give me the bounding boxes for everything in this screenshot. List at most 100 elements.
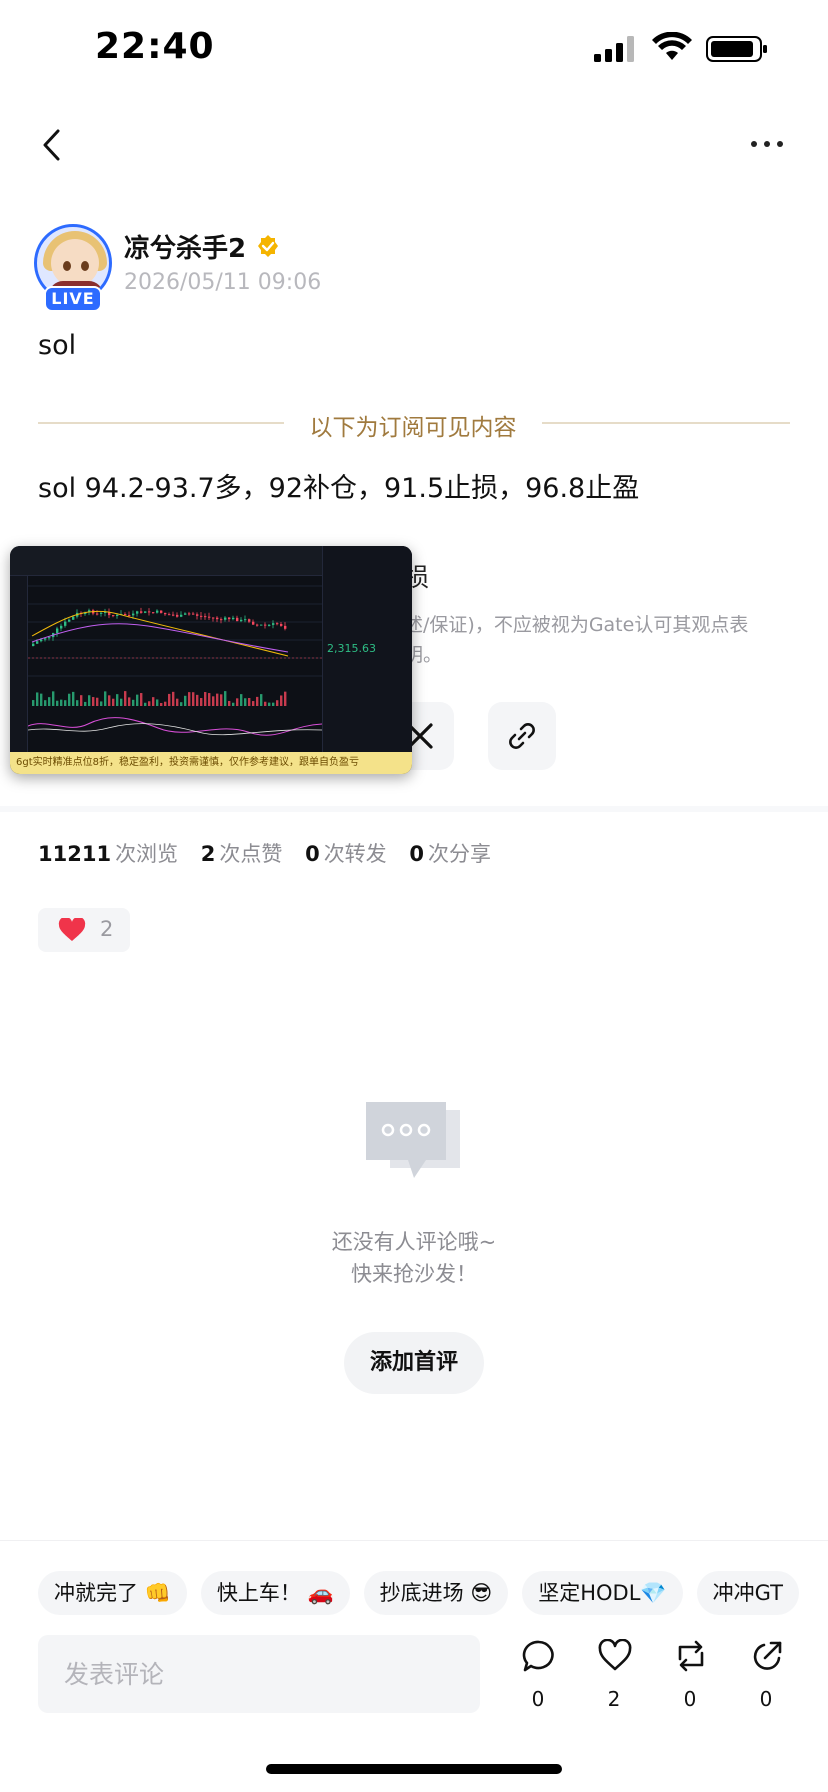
reaction-chip[interactable]: 2: [38, 908, 130, 952]
volume-bar: [92, 697, 95, 706]
chevron-left-icon: [43, 129, 60, 161]
divider-text: 以下为订阅可见内容: [309, 415, 517, 441]
views-count: 11211: [38, 842, 112, 866]
candle-body: [56, 628, 59, 633]
share-icon: [753, 1641, 782, 1670]
copy-link-button[interactable]: [488, 702, 556, 770]
volume-bar: [140, 693, 143, 706]
moving-average-line: [31, 610, 289, 657]
candle-body: [260, 624, 263, 626]
comment-input[interactable]: [38, 1635, 480, 1713]
empty-comments-subtext: 快来抢沙发！: [351, 1262, 477, 1286]
status-time: 22:40: [95, 26, 215, 67]
divider-line: [38, 422, 284, 424]
volume-bar: [120, 698, 123, 706]
volume-bar: [180, 702, 183, 706]
candle-body: [32, 643, 35, 646]
back-button[interactable]: [30, 120, 74, 170]
candle-body: [268, 624, 271, 626]
volume-bar: [40, 693, 43, 706]
disclaimer-text: 述/保证)，不应被视为Gate认可其观点表: [404, 614, 749, 636]
candle-body: [284, 625, 287, 629]
volume-bar: [232, 702, 235, 706]
likes-label: 次点赞: [219, 842, 283, 866]
battery-icon: [706, 36, 767, 62]
volume-bar: [68, 693, 71, 706]
quick-reply-chip[interactable]: 快上车！ 🚗: [200, 1571, 350, 1615]
candle-body: [72, 616, 75, 620]
order-book-panel: 2,315.63: [322, 546, 412, 752]
volume-bar: [164, 701, 167, 706]
candle-body: [204, 616, 207, 618]
volume-bar: [224, 691, 227, 706]
candle-body: [132, 613, 135, 616]
volume-bar: [192, 692, 195, 706]
volume-bar: [256, 696, 259, 706]
volume-bar: [284, 691, 287, 706]
candle-body: [156, 610, 159, 613]
volume-bar: [204, 692, 207, 706]
post-body: sol 94.2-93.7多，92补仓，91.5止损，96.8止盈: [38, 473, 640, 504]
comment-icon: [522, 1640, 554, 1672]
divider-line: [542, 422, 790, 424]
volume-bar: [48, 697, 51, 706]
shares-count: 0: [409, 842, 424, 866]
post-stats: 11211 次浏览 2 次点赞 0 次转发 0 次分享: [38, 838, 507, 868]
chart-thumbnail[interactable]: 2,315.63 6gt实时精准点位8折，稳定盈利，投资需谨慎，仅作参考建议，跟…: [10, 546, 412, 774]
volume-bar: [76, 700, 79, 706]
quick-reply-chip[interactable]: 坚定HODL💎: [522, 1571, 683, 1615]
add-first-comment-button[interactable]: 添加首评: [344, 1332, 484, 1394]
candle-body: [184, 613, 187, 615]
volume-bar: [252, 701, 255, 706]
empty-comments-text: 还没有人评论哦~: [331, 1230, 497, 1254]
candle-body: [64, 621, 67, 626]
candle-body: [264, 624, 267, 626]
like-count: 2: [607, 1687, 621, 1711]
home-indicator[interactable]: [266, 1764, 562, 1774]
likes-count: 2: [200, 842, 216, 866]
volume-bar: [100, 701, 103, 706]
volume-bar: [188, 692, 191, 706]
volume-bar: [128, 697, 131, 706]
more-options-button[interactable]: [740, 124, 794, 164]
comment-count: 0: [531, 1687, 545, 1711]
quick-reply-row[interactable]: 冲就完了 👊 快上车！ 🚗 抄底进场 😎 坚定HODL💎 冲冲GT: [38, 1571, 828, 1615]
volume-bar: [132, 699, 135, 706]
volume-bar: [216, 693, 219, 706]
volume-bar: [276, 700, 279, 706]
candle-body: [180, 614, 183, 617]
quick-reply-chip[interactable]: 抄底进场 😎: [363, 1571, 509, 1615]
comment-action[interactable]: 0: [508, 1639, 568, 1719]
live-badge[interactable]: LIVE: [44, 286, 102, 312]
reposts-label: 次转发: [323, 842, 387, 866]
volume-bar: [168, 693, 171, 706]
volume-bar: [144, 702, 147, 706]
price-label: 2,315.63: [327, 642, 376, 655]
candle-body: [228, 617, 231, 620]
share-action[interactable]: 0: [736, 1639, 796, 1719]
comment-bubble-icon: [366, 1102, 460, 1178]
volume-bar: [200, 698, 203, 706]
candle-body: [128, 615, 131, 617]
volume-bar: [64, 700, 67, 706]
dot-icon: [777, 141, 783, 147]
repost-action[interactable]: 0: [660, 1639, 720, 1719]
volume-bar: [176, 698, 179, 706]
author-header: LIVE 凉兮杀手2 2026/05/11 09:06: [34, 224, 434, 314]
like-action[interactable]: 2: [584, 1639, 644, 1719]
candle-body: [160, 610, 163, 613]
quick-reply-chip[interactable]: 冲冲GT: [696, 1571, 799, 1615]
candle-body: [244, 619, 247, 621]
volume-bar: [272, 702, 275, 706]
link-icon: [509, 723, 535, 749]
volume-bar: [80, 695, 83, 706]
volume-bar: [236, 698, 239, 706]
quick-reply-chip[interactable]: 冲就完了 👊: [38, 1571, 187, 1615]
candle-body: [116, 614, 119, 616]
candle-body: [60, 625, 63, 629]
heart-outline-icon: [598, 1639, 632, 1671]
verified-icon: [258, 235, 278, 257]
candle-body: [48, 637, 51, 639]
candle-body: [248, 619, 251, 622]
author-name[interactable]: 凉兮杀手2: [124, 228, 246, 265]
